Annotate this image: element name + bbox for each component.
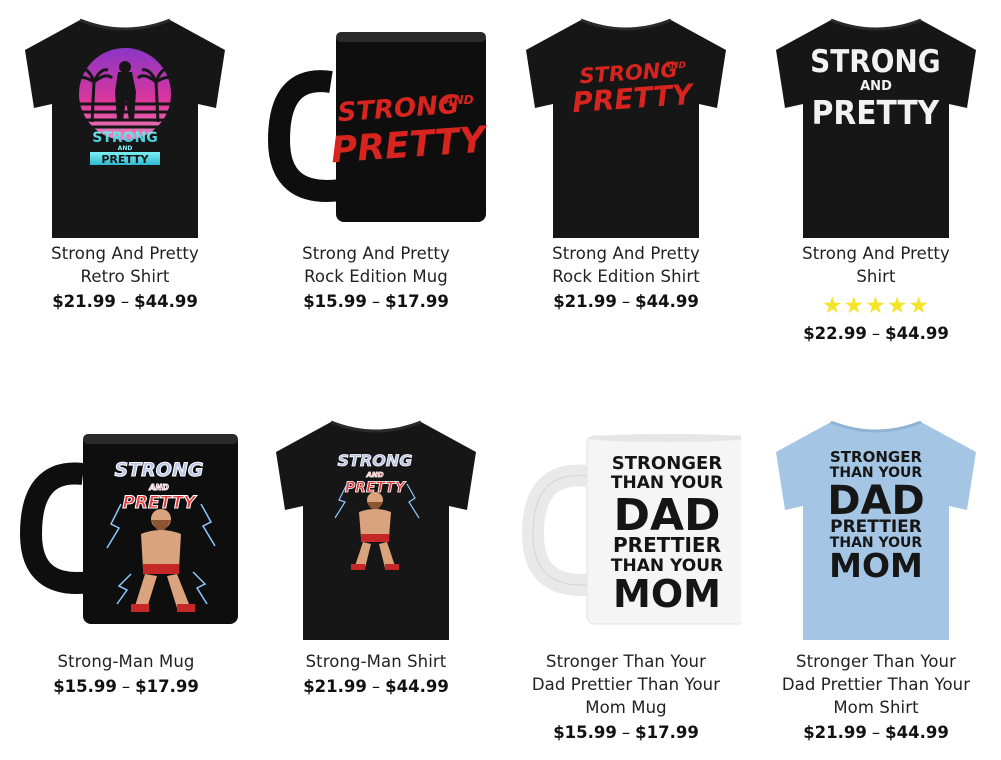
product-image: STRONGER THAN YOUR DAD PRETTIER THAN YOU… bbox=[521, 434, 741, 625]
product-title[interactable]: Stronger Than Your Dad Prettier Than You… bbox=[501, 650, 751, 719]
product-card[interactable]: STRONGER THAN YOUR DAD PRETTIER THAN YOU… bbox=[751, 414, 1001, 745]
product-art-text: AND bbox=[443, 93, 473, 107]
product-image-link[interactable]: STRONG AND PRETTY bbox=[251, 12, 501, 242]
product-title[interactable]: Strong And Pretty Shirt bbox=[751, 242, 1001, 288]
product-art-text: PRETTIER bbox=[830, 517, 922, 537]
product-art-text: AND bbox=[148, 483, 169, 492]
product-card[interactable]: STRONG AND PRETTY Strong And Pretty Retr… bbox=[0, 12, 250, 314]
product-title[interactable]: Stronger Than Your Dad Prettier Than You… bbox=[751, 650, 1001, 719]
product-art-text: STRONGER bbox=[830, 448, 922, 466]
product-image-link[interactable]: STRONGER THAN YOUR DAD PRETTIER THAN YOU… bbox=[501, 424, 751, 650]
product-image-link[interactable]: STRONG AND PRETTY bbox=[501, 12, 751, 242]
product-image: STRONG AND PRETTY bbox=[19, 434, 238, 624]
product-price: $21.99– $44.99 bbox=[303, 677, 449, 696]
product-price: $21.99– $44.99 bbox=[803, 723, 949, 742]
product-image: STRONG AND PRETTY bbox=[267, 32, 491, 222]
product-card[interactable]: STRONG AND PRETTY Strong-Man Shirt $21.9… bbox=[251, 414, 501, 699]
product-art-text: STRONG bbox=[115, 459, 204, 481]
product-art-text: PRETTY bbox=[812, 95, 941, 133]
product-art-text: AND bbox=[365, 471, 383, 479]
rating-stars: ★★★★★ bbox=[821, 293, 931, 319]
product-art-text: STRONG bbox=[338, 451, 413, 470]
product-title[interactable]: Strong And Pretty Retro Shirt bbox=[0, 242, 250, 288]
product-card[interactable]: STRONG AND PRETTY Strong And Pretty Shir… bbox=[751, 12, 1001, 346]
product-price: $21.99– $44.99 bbox=[553, 292, 699, 311]
product-price: $22.99– $44.99 bbox=[803, 324, 949, 343]
product-image: STRONG AND PRETTY bbox=[25, 18, 225, 238]
product-image-link[interactable]: STRONG AND PRETTY bbox=[251, 414, 501, 650]
product-card[interactable]: STRONG AND PRETTY Strong And Pretty Rock… bbox=[501, 12, 751, 314]
product-price: $21.99– $44.99 bbox=[52, 292, 198, 311]
product-art-text: STRONG bbox=[810, 44, 941, 80]
product-art-text: AND bbox=[860, 79, 892, 94]
product-art-text: STRONGER bbox=[612, 453, 723, 474]
product-title[interactable]: Strong-Man Shirt bbox=[251, 650, 501, 673]
product-art-text: PRETTY bbox=[101, 153, 149, 166]
product-price: $15.99– $17.99 bbox=[53, 677, 199, 696]
product-price: $15.99– $17.99 bbox=[303, 292, 449, 311]
product-title[interactable]: Strong And Pretty Rock Edition Mug bbox=[251, 242, 501, 288]
product-art-text: MOM bbox=[829, 546, 923, 585]
product-image: STRONG AND PRETTY bbox=[776, 18, 976, 238]
product-image: STRONG AND PRETTY bbox=[526, 18, 726, 238]
product-image-link[interactable]: STRONG AND PRETTY bbox=[0, 12, 250, 242]
product-image-link[interactable]: STRONG AND PRETTY bbox=[751, 12, 1001, 242]
product-card[interactable]: STRONGER THAN YOUR DAD PRETTIER THAN YOU… bbox=[501, 424, 751, 745]
product-image: STRONGER THAN YOUR DAD PRETTIER THAN YOU… bbox=[776, 420, 976, 640]
product-image: STRONG AND PRETTY bbox=[276, 420, 476, 640]
product-art-text: AND bbox=[663, 61, 686, 71]
product-price: $15.99– $17.99 bbox=[553, 723, 699, 742]
product-art-text: AND bbox=[118, 145, 133, 152]
product-image-link[interactable]: STRONGER THAN YOUR DAD PRETTIER THAN YOU… bbox=[751, 414, 1001, 650]
product-card[interactable]: STRONG AND PRETTY Strong And Pretty Rock… bbox=[251, 12, 501, 314]
product-title[interactable]: Strong And Pretty Rock Edition Shirt bbox=[501, 242, 751, 288]
product-art-text: PRETTIER bbox=[613, 533, 721, 557]
product-grid: STRONG AND PRETTY Strong And Pretty Retr… bbox=[0, 0, 1001, 760]
product-image-link[interactable]: STRONG AND PRETTY bbox=[1, 424, 251, 650]
product-card[interactable]: STRONG AND PRETTY Strong-Man Mug $15.99 … bbox=[1, 424, 251, 699]
product-art-text: STRONG bbox=[92, 130, 158, 146]
product-title[interactable]: Strong-Man Mug bbox=[1, 650, 251, 673]
product-art-text: MOM bbox=[613, 572, 721, 616]
